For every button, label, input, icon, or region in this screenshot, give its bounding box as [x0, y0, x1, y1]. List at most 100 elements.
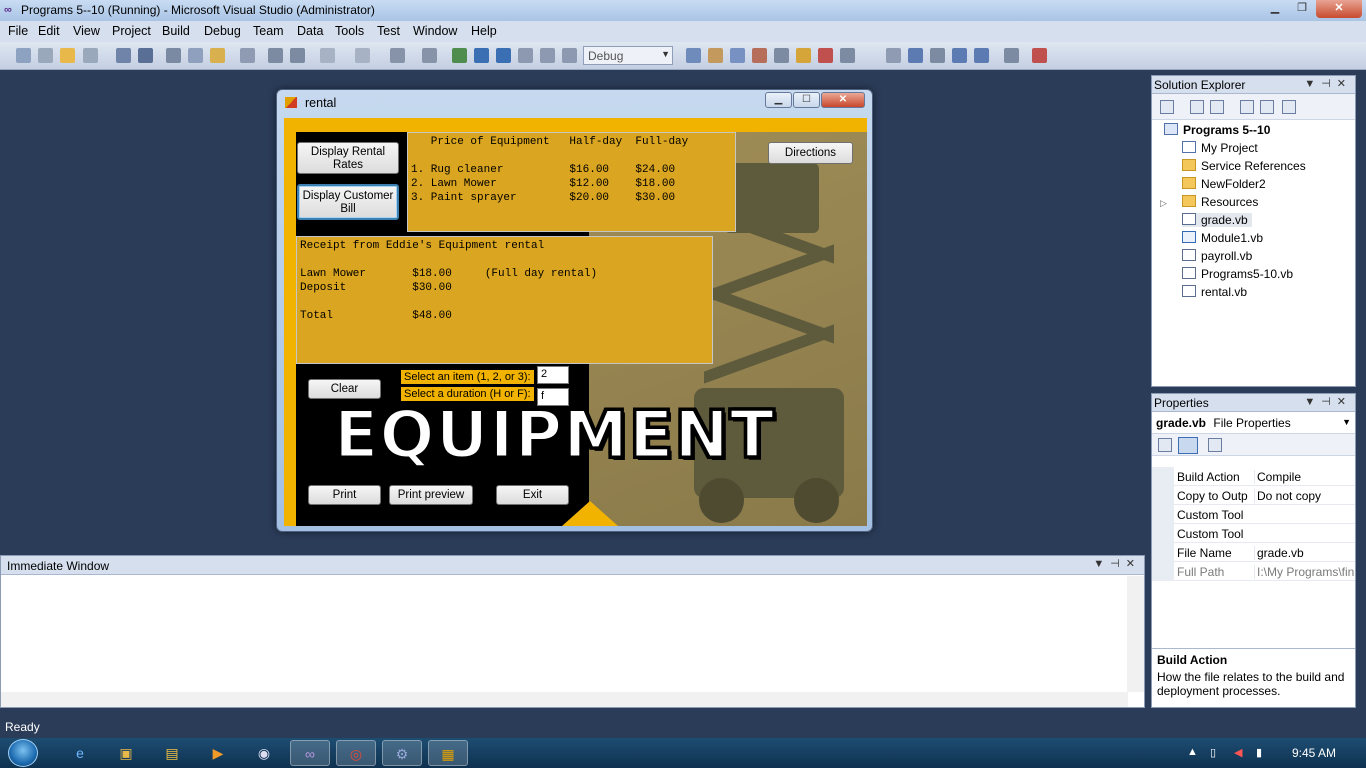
property-row[interactable]: Copy to Outp Do not copy	[1152, 486, 1355, 505]
new-project-icon[interactable]	[16, 48, 31, 63]
property-row[interactable]: File Name grade.vb	[1152, 543, 1355, 562]
tree-item-my-project[interactable]: My Project	[1182, 141, 1258, 155]
property-row[interactable]: Full Path I:\My Programs\fin	[1152, 562, 1355, 581]
rental-app-taskbar-icon[interactable]: ▦	[428, 740, 468, 766]
hp-icon[interactable]: ◉	[244, 740, 284, 766]
show-next-statement-icon[interactable]	[518, 48, 533, 63]
step-over-icon[interactable]	[562, 48, 577, 63]
view-code-icon[interactable]	[1240, 100, 1254, 114]
tree-item-rental-vb[interactable]: rental.vb	[1182, 285, 1247, 299]
tree-item-grade-vb[interactable]: grade.vb	[1182, 213, 1252, 227]
tree-item-payroll-vb[interactable]: payroll.vb	[1182, 249, 1252, 263]
undo-icon[interactable]	[320, 48, 335, 63]
clear-button[interactable]: Clear	[308, 379, 381, 399]
property-pages-icon[interactable]	[1208, 438, 1222, 452]
panel-controls[interactable]: ▼⊣✕	[1304, 395, 1352, 408]
windows-explorer-icon[interactable]: ▣	[106, 740, 146, 766]
menu-data[interactable]: Data	[297, 24, 323, 38]
immediate-window[interactable]: Immediate Window ▼⊣✕	[0, 555, 1145, 708]
solution-explorer-icon[interactable]	[686, 48, 701, 63]
view-designer-icon[interactable]	[1260, 100, 1274, 114]
menu-view[interactable]: View	[73, 24, 100, 38]
chrome-icon[interactable]: ◎	[336, 740, 376, 766]
find-icon[interactable]	[240, 48, 255, 63]
tree-item-programs5-10-vb[interactable]: Programs5-10.vb	[1182, 267, 1293, 281]
property-value[interactable]: Compile	[1254, 470, 1354, 484]
minimize-button[interactable]: ▁	[1262, 0, 1288, 18]
show-hidden-icons-icon[interactable]: ▲	[1187, 746, 1198, 758]
tree-item-service-references[interactable]: Service References	[1182, 159, 1306, 173]
class-view-icon[interactable]	[774, 48, 789, 63]
menu-build[interactable]: Build	[162, 24, 190, 38]
start-button[interactable]	[8, 739, 38, 767]
break-all-icon[interactable]	[474, 48, 489, 63]
exit-button[interactable]: Exit	[496, 485, 569, 505]
vertical-scrollbar[interactable]	[1127, 576, 1144, 692]
save-icon[interactable]	[116, 48, 131, 63]
rental-minimize-button[interactable]: ▁	[765, 92, 792, 108]
property-row[interactable]: Custom Tool	[1152, 505, 1355, 524]
close-button[interactable]: ✕	[1316, 0, 1362, 18]
step-into-icon[interactable]	[540, 48, 555, 63]
menu-debug[interactable]: Debug	[204, 24, 241, 38]
rental-close-button[interactable]: ✕	[821, 92, 865, 108]
watch-icon[interactable]	[930, 48, 945, 63]
show-all-files-icon[interactable]	[1190, 100, 1204, 114]
signal-icon[interactable]: ▮	[1256, 746, 1262, 759]
alphabetical-icon[interactable]	[1178, 437, 1198, 454]
horizontal-scrollbar[interactable]	[1, 692, 1128, 707]
display-rental-rates-button[interactable]: Display Rental Rates	[297, 142, 399, 174]
panel-controls[interactable]: ▼⊣✕	[1304, 77, 1352, 90]
menu-file[interactable]: File	[8, 24, 28, 38]
network-device-icon[interactable]: ▯	[1210, 746, 1216, 759]
menu-project[interactable]: Project	[112, 24, 151, 38]
continue-icon[interactable]	[452, 48, 467, 63]
navigate-forward-icon[interactable]	[422, 48, 437, 63]
tree-item-module1-vb[interactable]: Module1.vb	[1182, 231, 1263, 245]
internet-explorer-icon[interactable]: e	[60, 740, 100, 766]
solution-configuration-dropdown[interactable]: Debug ▼	[583, 46, 673, 65]
expand-arrow-icon[interactable]: ▷	[1160, 198, 1182, 209]
rental-maximize-button[interactable]: ☐	[793, 92, 820, 108]
menu-help[interactable]: Help	[471, 24, 497, 38]
navigate-back-icon[interactable]	[390, 48, 405, 63]
directions-button[interactable]: Directions	[768, 142, 853, 164]
project-node[interactable]: Programs 5--10	[1164, 123, 1270, 137]
locals-icon[interactable]	[908, 48, 923, 63]
add-file-icon[interactable]	[83, 48, 98, 63]
server-explorer-icon[interactable]	[796, 48, 811, 63]
volume-muted-icon[interactable]: ◀	[1234, 746, 1242, 759]
view-class-diagram-icon[interactable]	[1282, 100, 1296, 114]
print-preview-button[interactable]: Print preview	[389, 485, 473, 505]
comment-icon[interactable]	[268, 48, 283, 63]
menu-team[interactable]: Team	[253, 24, 284, 38]
menu-test[interactable]: Test	[377, 24, 400, 38]
object-selector-dropdown[interactable]: grade.vb File Properties ▼	[1152, 412, 1355, 434]
tree-item-resources[interactable]: ▷ Resources	[1160, 195, 1258, 209]
print-button[interactable]: Print	[308, 485, 381, 505]
menu-edit[interactable]: Edit	[38, 24, 60, 38]
categorized-icon[interactable]	[1158, 438, 1172, 452]
property-value[interactable]: grade.vb	[1254, 546, 1354, 560]
properties-icon[interactable]	[1160, 100, 1174, 114]
paste-icon[interactable]	[210, 48, 225, 63]
error-list-icon[interactable]	[818, 48, 833, 63]
immediate-window-icon[interactable]	[952, 48, 967, 63]
menu-window[interactable]: Window	[413, 24, 457, 38]
property-value[interactable]: Do not copy	[1254, 489, 1354, 503]
open-file-icon[interactable]	[60, 48, 75, 63]
clock[interactable]: 9:45 AM	[1292, 746, 1336, 760]
cut-icon[interactable]	[166, 48, 181, 63]
object-browser-icon[interactable]	[730, 48, 745, 63]
app-taskbar-icon[interactable]: ⚙	[382, 740, 422, 766]
step-out-icon[interactable]	[886, 48, 901, 63]
toggle-breakpoint-icon[interactable]	[1032, 48, 1047, 63]
output-icon[interactable]	[840, 48, 855, 63]
call-stack-icon[interactable]	[974, 48, 989, 63]
panel-controls[interactable]: ▼⊣✕	[1093, 557, 1141, 570]
breakpoints-icon[interactable]	[1004, 48, 1019, 63]
property-row[interactable]: Build Action Compile	[1152, 467, 1355, 486]
item-input[interactable]: 2	[537, 366, 569, 384]
menu-tools[interactable]: Tools	[335, 24, 364, 38]
visual-studio-taskbar-icon[interactable]: ∞	[290, 740, 330, 766]
